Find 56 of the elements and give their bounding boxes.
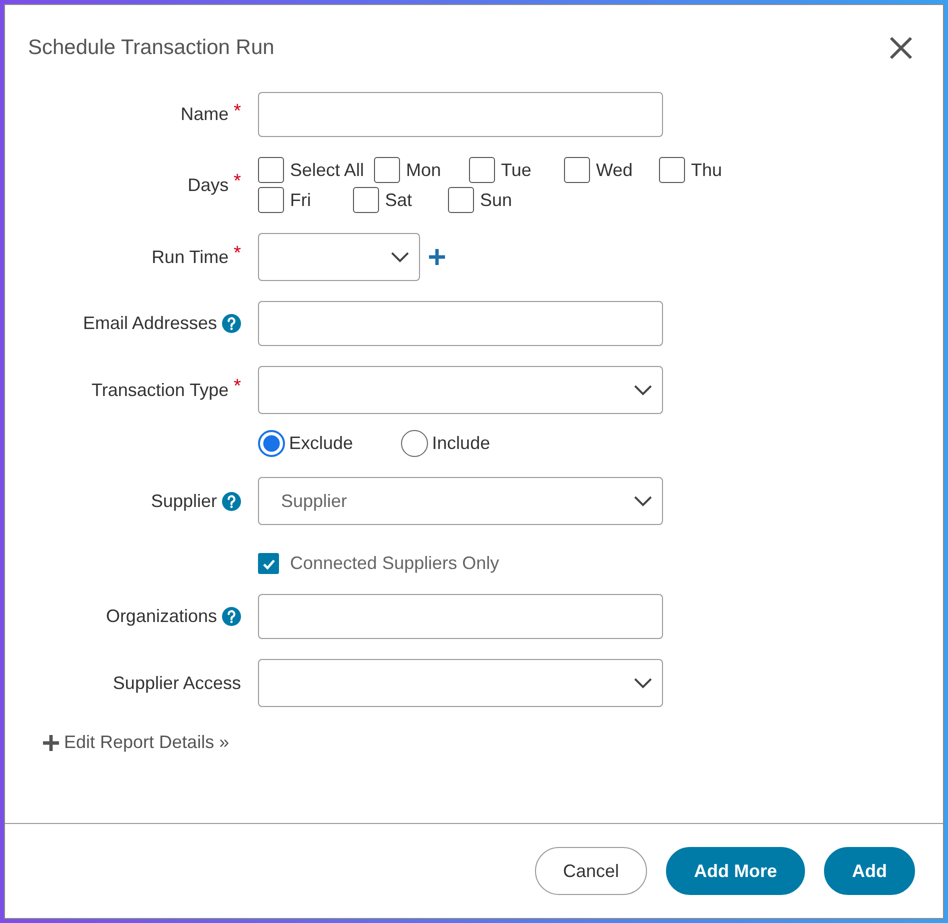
dropdown[interactable]: [258, 366, 663, 414]
radio-label: Exclude: [289, 433, 354, 454]
cancel-button[interactable]: Cancel: [534, 847, 647, 895]
required-mark: *: [234, 171, 241, 193]
dropdown[interactable]: [258, 659, 663, 707]
checkbox-label: Thu: [691, 160, 722, 180]
chevron-down-icon: [634, 384, 652, 396]
chevron-down-icon: [391, 252, 409, 262]
radio-label: Include: [432, 433, 490, 454]
checkbox-label: Tue: [501, 160, 532, 180]
input-field[interactable]: [258, 92, 663, 137]
field-label: Days: [188, 174, 229, 196]
dialog-title: Schedule Transaction Run: [28, 36, 274, 60]
checkbox-label: Fri: [290, 190, 311, 210]
checkbox[interactable]: [374, 157, 400, 183]
chevron-down-icon: [634, 496, 652, 506]
field-label: Organizations: [106, 606, 217, 627]
edit-report-details-link[interactable]: Edit Report Details »: [64, 732, 230, 753]
checkbox-label: Sun: [480, 190, 512, 210]
dropdown[interactable]: Supplier: [258, 477, 663, 525]
field-label: Email Addresses: [82, 313, 217, 334]
field-label: Supplier: [150, 490, 217, 512]
help-icon[interactable]: [222, 492, 241, 510]
required-mark: *: [234, 100, 241, 122]
checkbox[interactable]: [564, 157, 590, 183]
radio-button[interactable]: [258, 430, 285, 457]
field-label: Name: [180, 104, 229, 125]
primary-button[interactable]: Add: [824, 847, 915, 895]
field-label: Transaction Type: [92, 380, 229, 400]
radio-button[interactable]: [401, 430, 428, 457]
checkbox[interactable]: [659, 157, 685, 183]
checkbox[interactable]: [353, 187, 379, 213]
primary-button[interactable]: Add More: [666, 847, 805, 895]
checkbox[interactable]: [448, 187, 474, 213]
chevron-down-icon: [634, 678, 652, 688]
help-icon[interactable]: [222, 607, 241, 626]
checkbox[interactable]: [258, 553, 279, 574]
checkbox-label: Mon: [406, 160, 442, 180]
checkbox-label: Sat: [385, 190, 412, 210]
plus-icon: [42, 734, 60, 752]
help-icon[interactable]: [222, 314, 241, 333]
time-dropdown[interactable]: [258, 233, 420, 281]
field-label: Supplier Access: [112, 672, 241, 694]
add-icon[interactable]: [428, 248, 446, 266]
checkbox-label: Wed: [596, 160, 633, 180]
required-mark: *: [234, 376, 241, 398]
required-mark: *: [234, 243, 241, 265]
checkbox-label: Select All: [290, 160, 364, 180]
checkbox[interactable]: [258, 157, 284, 183]
checkbox[interactable]: [258, 187, 284, 213]
close-icon[interactable]: [889, 36, 913, 60]
input-field[interactable]: [258, 594, 663, 639]
field-label: Run Time: [152, 246, 229, 268]
input-field[interactable]: [258, 301, 663, 346]
checkbox[interactable]: [469, 157, 495, 183]
checkbox-label: Connected Suppliers Only: [290, 553, 500, 574]
